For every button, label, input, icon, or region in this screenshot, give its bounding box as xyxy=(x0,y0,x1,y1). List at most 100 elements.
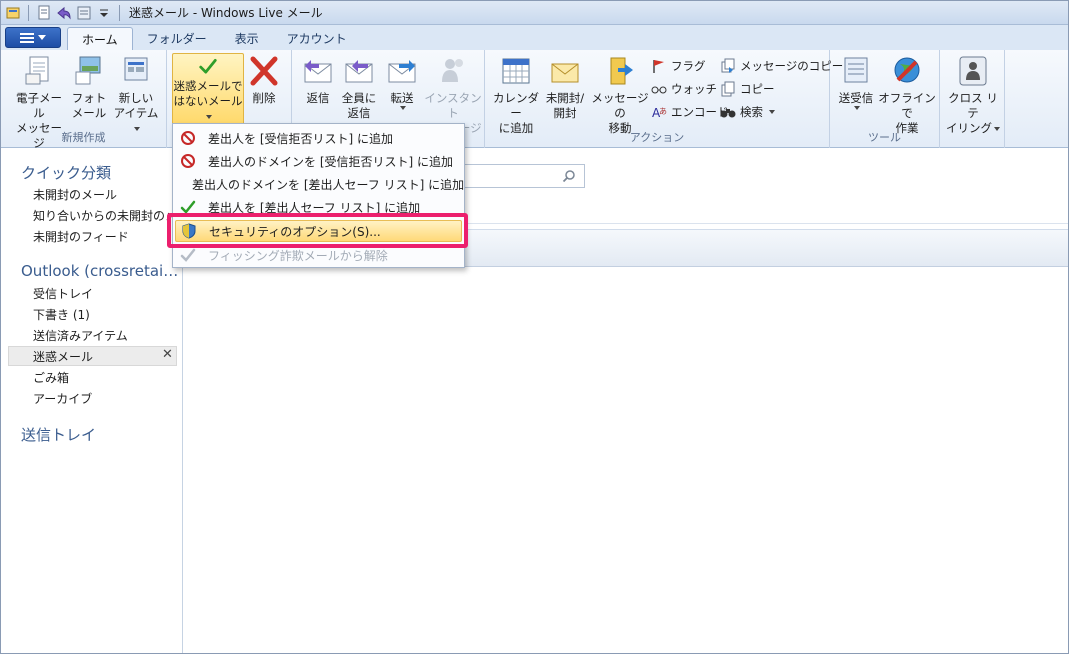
forward-dropdown-icon[interactable] xyxy=(400,106,406,110)
reply-all-label-2: 返信 xyxy=(347,106,371,120)
envelope-icon xyxy=(551,63,579,83)
green-check-icon xyxy=(199,58,217,74)
reply-icon[interactable] xyxy=(56,5,72,21)
instant-message-label-1: インスタント xyxy=(424,91,482,120)
title-bar: 迷惑メール - Windows Live メール xyxy=(1,1,1068,25)
empty-folder-icon[interactable]: ✕ xyxy=(162,347,173,362)
red-x-icon xyxy=(250,56,278,86)
folder-sent[interactable]: 送信済みアイテム xyxy=(33,327,128,344)
new-items-button[interactable]: 新しい アイテム xyxy=(111,54,161,136)
new-email-label-1: 電子メール xyxy=(16,91,62,120)
send-receive-icon[interactable] xyxy=(76,5,92,21)
not-junk-label-1: 迷惑メールで xyxy=(173,79,243,93)
cross-retailing-label-2: イリング xyxy=(946,121,1000,136)
group-crossretailing: クロス リテ イリング xyxy=(940,50,1005,148)
messenger-icon xyxy=(442,59,463,82)
send-receive-button[interactable]: 送受信 xyxy=(836,54,876,110)
check-icon xyxy=(180,248,196,262)
encode-button[interactable]: Aあ エンコード xyxy=(651,104,729,120)
find-button[interactable]: 検索 xyxy=(720,104,775,120)
move-message-button[interactable]: メッセージの 移動 xyxy=(589,54,651,136)
quick-view-unread-feeds[interactable]: 未開封のフィード xyxy=(33,228,129,245)
flag-icon xyxy=(653,60,664,73)
reply-all-button[interactable]: 全員に 返信 xyxy=(340,54,378,121)
menu-item-label: 差出人を [受信拒否リスト] に追加 xyxy=(208,131,393,146)
cross-retailing-icon xyxy=(959,56,987,86)
quick-view-unread-mail[interactable]: 未開封のメール xyxy=(33,186,117,203)
flag-label: フラグ xyxy=(671,59,706,73)
menu-item-label: 差出人のドメインを [受信拒否リスト] に追加 xyxy=(208,154,453,169)
cross-retailing-button[interactable]: クロス リテ イリング xyxy=(945,54,1001,136)
forward-button[interactable]: 転送 xyxy=(384,54,420,110)
tab-home[interactable]: ホーム xyxy=(67,27,133,50)
forward-icon xyxy=(388,60,416,83)
app-window: 迷惑メール - Windows Live メール ホーム フォルダー 表示 アカ… xyxy=(0,0,1069,654)
reply-button[interactable]: 返信 xyxy=(300,54,336,106)
quick-view-unread-contacts[interactable]: 知り合いからの未開封のメ… xyxy=(33,207,189,224)
copy-label: コピー xyxy=(740,82,775,96)
folder-move-icon xyxy=(610,57,633,85)
menu-item-block-domain[interactable]: 差出人のドメインを [受信拒否リスト] に追加 xyxy=(175,150,462,172)
not-junk-label-2: はないメール xyxy=(173,94,243,124)
tab-account[interactable]: アカウント xyxy=(273,27,361,50)
calendar-label-1: カレンダー xyxy=(493,91,539,120)
move-label-1: メッセージの xyxy=(591,91,649,120)
ribbon: 電子メール メッセージ フォト メール 新しい アイテム 新規作成 迷惑メールで… xyxy=(1,50,1068,150)
cross-retailing-label-1: クロス リテ xyxy=(948,91,998,120)
new-items-icon xyxy=(124,57,148,81)
unread-label-1: 未開封/ xyxy=(545,91,585,105)
group-tools-label: ツール xyxy=(868,131,901,144)
folder-archive[interactable]: アーカイブ xyxy=(33,390,92,407)
search-input[interactable] xyxy=(461,164,585,188)
app-icon[interactable] xyxy=(5,5,21,21)
tab-folder[interactable]: フォルダー xyxy=(133,27,221,50)
work-offline-button[interactable]: オフラインで 作業 xyxy=(878,54,936,136)
customize-toolbar-icon[interactable] xyxy=(96,5,112,21)
annotation-highlight xyxy=(167,213,468,248)
menu-item-safe-domain[interactable]: 差出人のドメインを [差出人セーフ リスト] に追加 xyxy=(175,173,464,195)
globe-offline-icon xyxy=(894,57,920,83)
svg-text:あ: あ xyxy=(659,107,667,116)
copy-button[interactable]: コピー xyxy=(720,81,775,97)
send-receive-dropdown-icon[interactable] xyxy=(854,106,860,110)
watch-label: ウォッチ xyxy=(671,82,717,96)
block-icon xyxy=(181,154,195,168)
copy-message-icon xyxy=(721,58,735,73)
email-message-icon xyxy=(25,56,49,85)
new-items-label-1: 新しい xyxy=(118,91,154,105)
copy-message-button[interactable]: メッセージのコピー xyxy=(720,58,843,74)
group-new: 電子メール メッセージ フォト メール 新しい アイテム 新規作成 xyxy=(1,50,167,150)
copy-icon xyxy=(721,81,735,97)
flag-button[interactable]: フラグ xyxy=(651,58,706,74)
outbox-header[interactable]: 送信トレイ xyxy=(21,424,96,445)
tab-view[interactable]: 表示 xyxy=(221,27,273,50)
find-label: 検索 xyxy=(740,105,763,119)
not-junk-button[interactable]: 迷惑メールで はないメール xyxy=(172,53,244,125)
watch-button[interactable]: ウォッチ xyxy=(651,81,717,97)
photo-mail-label-2: メール xyxy=(71,106,107,120)
calendar-icon xyxy=(502,58,530,84)
folder-drafts[interactable]: 下書き (1) xyxy=(33,306,90,323)
copy-message-label: メッセージのコピー xyxy=(740,59,844,73)
quick-views-header[interactable]: クイック分類 xyxy=(21,162,111,183)
unread-read-button[interactable]: 未開封/ 開封 xyxy=(543,54,587,121)
reply-all-label-1: 全員に xyxy=(341,91,377,105)
account-header[interactable]: Outlook (crossretai… xyxy=(21,262,178,280)
reply-all-icon xyxy=(345,60,373,83)
reply-envelope-icon xyxy=(304,60,332,83)
folder-junk[interactable]: 迷惑メール xyxy=(33,348,93,365)
folder-inbox[interactable]: 受信トレイ xyxy=(33,285,93,302)
glasses-icon xyxy=(651,86,667,94)
delete-button[interactable]: 削除 xyxy=(247,54,281,106)
add-to-calendar-button[interactable]: カレンダー に追加 xyxy=(491,54,541,136)
new-mail-icon[interactable] xyxy=(36,5,52,21)
folder-deleted[interactable]: ごみ箱 xyxy=(33,369,69,386)
search-icon[interactable] xyxy=(562,169,576,183)
encode-icon: Aあ xyxy=(652,106,667,120)
unread-label-2: 開封 xyxy=(553,106,577,120)
app-menu-button[interactable] xyxy=(5,27,61,48)
group-actions: カレンダー に追加 未開封/ 開封 メッセージの 移動 フラグ ウォッチ A あ… xyxy=(485,50,843,148)
binoculars-icon xyxy=(720,109,736,118)
menu-item-block-sender[interactable]: 差出人を [受信拒否リスト] に追加 xyxy=(175,127,462,149)
photo-mail-button[interactable]: フォト メール xyxy=(69,54,109,121)
